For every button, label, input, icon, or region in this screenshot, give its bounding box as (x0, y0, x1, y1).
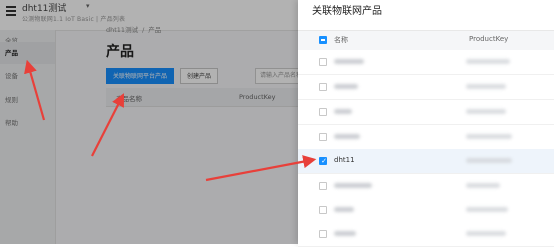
row-checkbox[interactable] (319, 58, 327, 66)
redacted-productkey (466, 207, 508, 212)
redacted-name (334, 207, 354, 212)
redacted-productkey (466, 231, 506, 236)
redacted-name (334, 59, 364, 64)
row-checkbox[interactable] (319, 230, 327, 238)
row-checkbox[interactable] (319, 108, 327, 116)
redacted-productkey (466, 158, 512, 163)
row-name: dht11 (334, 156, 355, 164)
column-productkey: ProductKey (469, 35, 509, 43)
table-row[interactable] (298, 222, 554, 247)
column-name: 名称 (334, 36, 348, 44)
redacted-name (334, 109, 352, 114)
table-row[interactable] (298, 198, 554, 223)
redacted-productkey (466, 84, 506, 89)
table-row[interactable] (298, 125, 554, 150)
redacted-name (334, 84, 358, 89)
redacted-name (334, 231, 356, 236)
drawer-table-header: 名称 ProductKey (298, 30, 554, 51)
drawer-title: 关联物联网产品 (312, 6, 382, 17)
table-row[interactable] (298, 174, 554, 199)
redacted-name (334, 134, 360, 139)
table-row[interactable] (298, 100, 554, 125)
table-row[interactable] (298, 50, 554, 75)
row-checkbox[interactable] (319, 83, 327, 91)
redacted-productkey (466, 109, 506, 114)
select-all-checkbox[interactable] (319, 36, 327, 44)
table-row-selected[interactable]: ✓ dht11 (298, 149, 554, 174)
modal-overlay[interactable] (0, 0, 298, 244)
table-row[interactable] (298, 75, 554, 100)
row-checkbox-checked[interactable]: ✓ (319, 157, 327, 165)
link-product-drawer: 关联物联网产品 名称 ProductKey ✓ dht11 (298, 0, 554, 247)
redacted-productkey (466, 134, 512, 139)
redacted-name (334, 183, 372, 188)
redacted-productkey (466, 59, 510, 64)
row-checkbox[interactable] (319, 182, 327, 190)
redacted-productkey (466, 183, 500, 188)
row-checkbox[interactable] (319, 133, 327, 141)
row-checkbox[interactable] (319, 206, 327, 214)
